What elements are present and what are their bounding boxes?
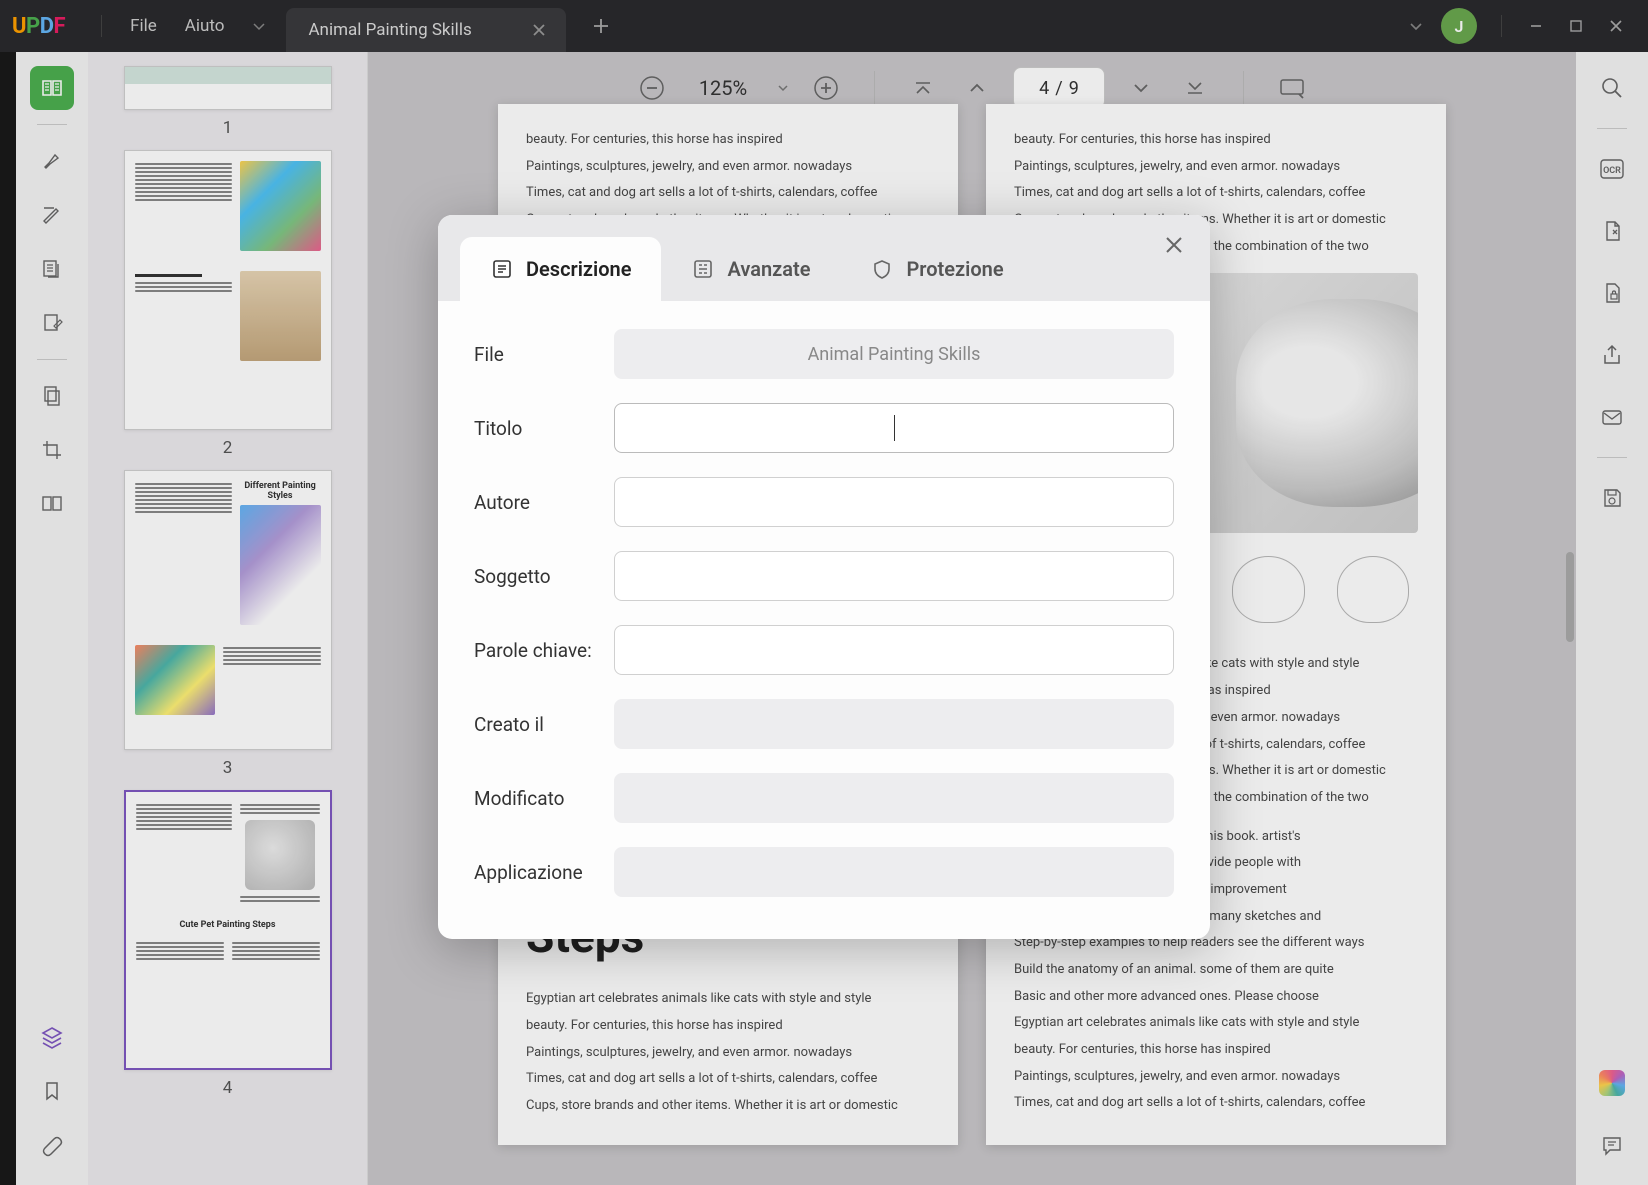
description-icon <box>490 257 514 281</box>
close-icon <box>1164 235 1184 255</box>
dialog-body: File Animal Painting Skills Titolo Autor… <box>438 301 1210 939</box>
tab-label: Protezione <box>906 257 1003 281</box>
subject-input[interactable] <box>614 551 1174 601</box>
tab-description[interactable]: Descrizione <box>460 237 661 301</box>
dialog-tabs: Descrizione Avanzate Protezione <box>438 215 1210 301</box>
modal-backdrop: Descrizione Avanzate Protezione File <box>0 0 1648 1185</box>
document-properties-dialog: Descrizione Avanzate Protezione File <box>438 215 1210 939</box>
label-title: Titolo <box>474 417 614 440</box>
created-field <box>614 699 1174 749</box>
label-application: Applicazione <box>474 861 614 884</box>
title-input[interactable] <box>614 403 1174 453</box>
dialog-close-button[interactable] <box>1164 235 1184 255</box>
tab-protection[interactable]: Protezione <box>840 237 1033 301</box>
author-input[interactable] <box>614 477 1174 527</box>
application-field <box>614 847 1174 897</box>
tab-label: Descrizione <box>526 257 631 281</box>
modified-field <box>614 773 1174 823</box>
keywords-input[interactable] <box>614 625 1174 675</box>
label-created: Creato il <box>474 713 614 736</box>
label-author: Autore <box>474 491 614 514</box>
tab-advanced[interactable]: Avanzate <box>661 237 840 301</box>
label-subject: Soggetto <box>474 565 614 588</box>
label-file: File <box>474 343 614 366</box>
file-name-field: Animal Painting Skills <box>614 329 1174 379</box>
advanced-icon <box>691 257 715 281</box>
shield-icon <box>870 257 894 281</box>
label-keywords: Parole chiave: <box>474 639 614 662</box>
tab-label: Avanzate <box>727 257 810 281</box>
label-modified: Modificato <box>474 787 614 810</box>
